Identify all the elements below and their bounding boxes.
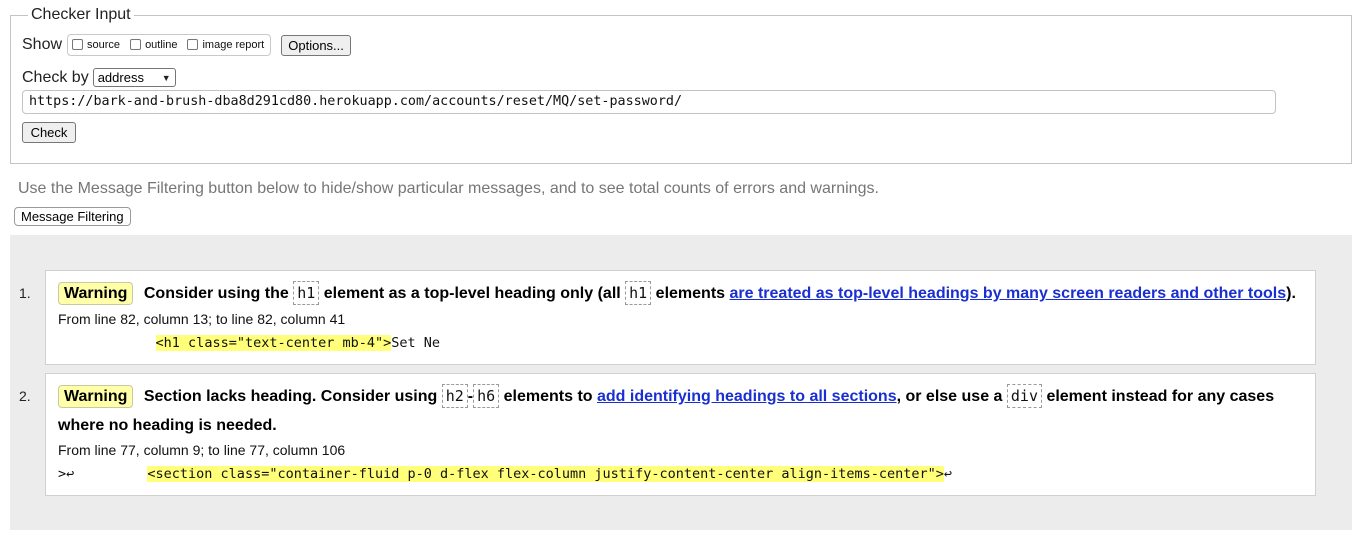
results-panel: 1. Warning Consider using the h1 element…: [10, 235, 1352, 530]
message-location: From line 82, column 13; to line 82, col…: [58, 311, 346, 327]
message-text: Warning Consider using the h1 element as…: [58, 279, 1310, 308]
show-label: Show: [22, 36, 63, 53]
checker-input-fieldset: Checker Input: [10, 6, 1352, 164]
filter-note: Use the Message Filtering button below t…: [18, 180, 879, 197]
message-text-part: element as a top-level heading only (all: [323, 285, 621, 302]
checkbox-box-icon[interactable]: [187, 38, 199, 50]
message-text-part: , or else use a: [896, 388, 1003, 405]
extract-suffix: ↩: [943, 466, 953, 482]
outline-label: outline: [145, 39, 178, 51]
code-div: div: [1006, 384, 1042, 408]
message-text-part: Consider using the: [143, 285, 289, 302]
extract-highlight: <section class="container-fluid p-0 d-fl…: [147, 466, 944, 482]
code-h6: h6: [473, 384, 500, 408]
message-text-part: Section lacks heading. Consider using: [143, 388, 438, 405]
image-report-label: image report: [202, 39, 265, 51]
code-h2: h2: [441, 384, 468, 408]
message-item: 1. Warning Consider using the h1 element…: [19, 270, 1316, 365]
message-number: 1.: [19, 285, 31, 301]
chevron-down-icon: ▼: [161, 72, 171, 83]
source-checkbox[interactable]: source: [72, 38, 121, 51]
message-text-part: ).: [1286, 285, 1296, 302]
message-link[interactable]: are treated as top-level headings by man…: [730, 285, 1287, 302]
code-extract: <h1 class="text-center mb-4">Set Ne: [58, 335, 440, 351]
message-text: Warning Section lacks heading. Consider …: [58, 382, 1310, 440]
extract-prefix: >↩: [58, 466, 148, 482]
code-h1: h1: [625, 281, 652, 305]
show-row: Show source outline image report Options…: [22, 34, 351, 56]
source-label: source: [87, 39, 121, 51]
checkbox-box-icon[interactable]: [130, 38, 142, 50]
message-link[interactable]: add identifying headings to all sections: [597, 388, 897, 405]
message-text-part: elements to: [503, 388, 593, 405]
warning-badge: Warning: [58, 282, 134, 305]
message-item: 2. Warning Section lacks heading. Consid…: [19, 373, 1316, 496]
check-by-select[interactable]: address ▼: [92, 68, 176, 87]
options-button[interactable]: Options...: [281, 34, 351, 56]
image-report-checkbox[interactable]: image report: [187, 38, 265, 51]
extract-suffix: Set Ne: [391, 335, 441, 351]
check-by-label: Check by: [22, 68, 89, 86]
check-by-row: Check by address ▼: [22, 68, 176, 87]
message-filtering-button[interactable]: Message Filtering: [14, 207, 131, 226]
code-h1: h1: [293, 281, 320, 305]
warning-badge: Warning: [58, 385, 134, 408]
url-input[interactable]: https://bark-and-brush-dba8d291cd80.hero…: [22, 90, 1276, 114]
checker-legend: Checker Input: [31, 6, 131, 23]
checkbox-box-icon[interactable]: [72, 38, 84, 50]
outline-checkbox[interactable]: outline: [130, 38, 178, 51]
message-location: From line 77, column 9; to line 77, colu…: [58, 442, 346, 458]
show-options-group: source outline image report: [67, 34, 272, 56]
check-by-value: address: [97, 70, 144, 85]
check-button[interactable]: Check: [22, 122, 76, 143]
message-text-part: elements: [655, 285, 726, 302]
code-extract: >↩ <section class="container-fluid p-0 d…: [58, 466, 952, 482]
extract-highlight: <h1 class="text-center mb-4">: [155, 335, 392, 351]
message-number: 2.: [19, 388, 31, 404]
